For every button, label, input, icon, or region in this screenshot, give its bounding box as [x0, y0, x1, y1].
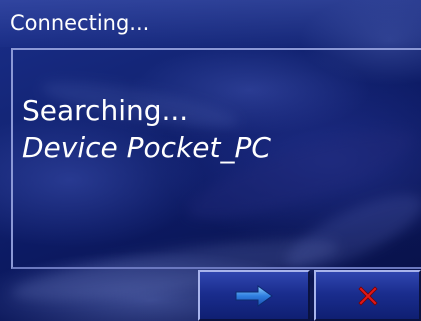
window-title: Connecting... — [10, 11, 150, 35]
cancel-button[interactable] — [314, 270, 421, 321]
right-arrow-icon — [234, 284, 274, 307]
red-x-icon — [357, 285, 378, 307]
next-button[interactable] — [198, 270, 310, 321]
status-text: Searching... — [22, 94, 189, 127]
title-bar: Connecting... — [0, 0, 421, 47]
device-name: Device Pocket_PC — [22, 131, 271, 164]
connecting-screen: Connecting... Searching... Device Pocket… — [0, 0, 421, 321]
